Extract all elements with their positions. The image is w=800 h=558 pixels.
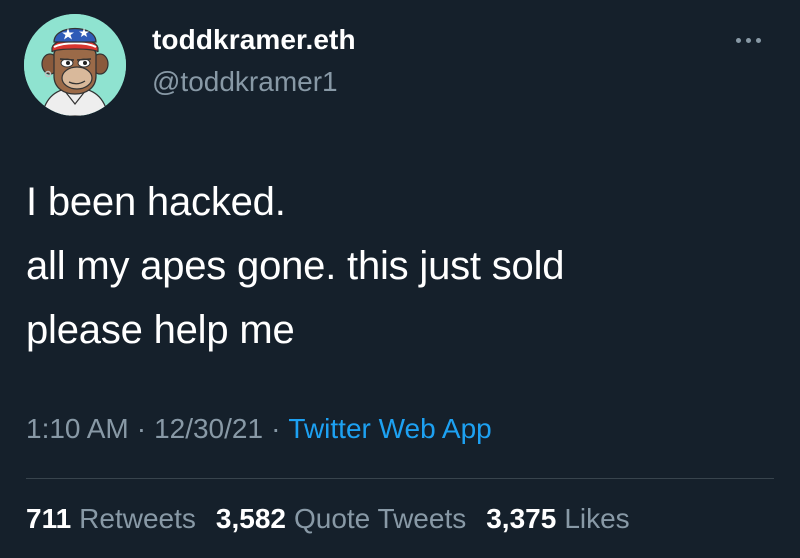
author-handle[interactable]: @toddkramer1 <box>152 66 338 98</box>
likes-label: Likes <box>564 503 630 534</box>
retweets-count: 711 <box>26 503 72 534</box>
likes-stat[interactable]: 3,375 Likes <box>486 503 629 535</box>
tweet-text-line: all my apes gone. this just sold <box>26 244 565 288</box>
engagement-stats: 711 Retweets 3,582 Quote Tweets 3,375 Likes <box>26 503 630 535</box>
quote-tweets-label: Quote Tweets <box>293 503 467 534</box>
tweet-text: I been hacked. all my apes gone. this ju… <box>26 170 766 362</box>
tweet-text-line: please help me <box>26 308 295 352</box>
more-horizontal-icon <box>735 37 741 43</box>
meta-separator: · <box>271 413 281 444</box>
avatar[interactable] <box>24 14 126 116</box>
divider <box>26 478 774 479</box>
retweets-stat[interactable]: 711 Retweets <box>26 503 196 535</box>
tweet-text-line: I been hacked. <box>26 180 286 224</box>
retweets-label: Retweets <box>79 503 196 534</box>
tweet-metadata: 1:10 AM · 12/30/21 · Twitter Web App <box>26 413 492 445</box>
more-options-button[interactable] <box>724 26 772 54</box>
tweet-source-link[interactable]: Twitter Web App <box>288 413 491 444</box>
likes-count: 3,375 <box>486 503 557 534</box>
more-horizontal-icon <box>745 37 751 43</box>
tweet-date[interactable]: 12/30/21 <box>154 413 263 444</box>
more-horizontal-icon <box>755 37 761 43</box>
tweet-time[interactable]: 1:10 AM <box>26 413 129 444</box>
quote-tweets-stat[interactable]: 3,582 Quote Tweets <box>216 503 466 535</box>
bored-ape-avatar-icon <box>24 14 126 116</box>
tweet-detail: toddkramer.eth @toddkramer1 I been hacke… <box>0 0 800 558</box>
meta-separator: · <box>136 413 147 444</box>
author-display-name[interactable]: toddkramer.eth <box>152 24 356 56</box>
quote-tweets-count: 3,582 <box>215 503 286 534</box>
